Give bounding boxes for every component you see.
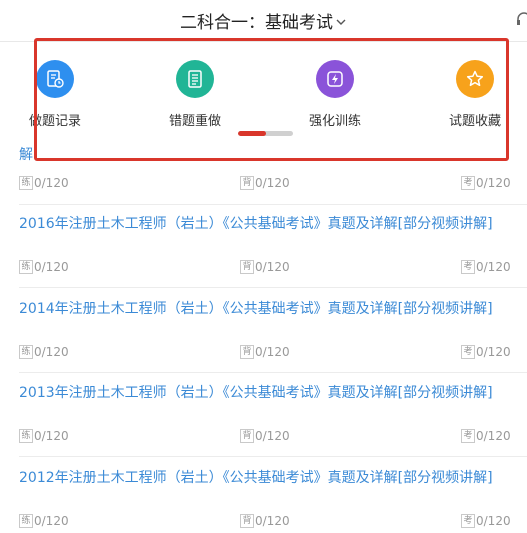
divider (19, 372, 527, 373)
divider (19, 204, 527, 205)
practice-counter[interactable]: 练 0/120 (19, 514, 69, 528)
exam-tag: 考 (461, 260, 475, 274)
subject-selector[interactable]: 二科合一：基础考试 (0, 8, 527, 33)
practice-counter[interactable]: 练 0/120 (19, 176, 69, 190)
memorize-counter[interactable]: 背 0/120 (240, 176, 290, 190)
subject-title: 二科合一：基础考试 (180, 13, 333, 33)
memorize-tag: 背 (240, 176, 254, 190)
list-item[interactable]: 2012年注册土木工程师（岩土）《公共基础考试》真题及详解[部分视频讲解] 练0… (0, 469, 527, 533)
item-title: 2016年注册土木工程师（岩土）《公共基础考试》真题及详解[部分视频讲解] (19, 216, 493, 232)
practice-tag: 练 (19, 429, 33, 443)
divider (19, 287, 527, 288)
item-title: 2014年注册土木工程师（岩土）《公共基础考试》真题及详解[部分视频讲解] (19, 301, 493, 317)
memorize-tag: 背 (240, 260, 254, 274)
exam-tag: 考 (461, 176, 475, 190)
memorize-counter[interactable]: 背 0/120 (240, 429, 290, 443)
list-item[interactable]: 解 练 0/120 背 0/120 考 0/120 (0, 146, 527, 206)
exam-tag: 考 (461, 345, 475, 359)
exam-counter[interactable]: 考 0/120 (461, 514, 511, 528)
memorize-tag: 背 (240, 345, 254, 359)
exam-counter[interactable]: 考 0/120 (461, 429, 511, 443)
practice-counter[interactable]: 练 0/120 (19, 429, 69, 443)
practice-tag: 练 (19, 514, 33, 528)
practice-counter[interactable]: 练 0/120 (19, 345, 69, 359)
top-bar: 二科合一：基础考试 (0, 0, 527, 42)
headset-icon[interactable] (515, 10, 527, 28)
exam-counter[interactable]: 考 0/120 (461, 345, 511, 359)
practice-tag: 练 (19, 345, 33, 359)
chevron-down-icon (335, 13, 347, 33)
item-title: 2012年注册土木工程师（岩土）《公共基础考试》真题及详解[部分视频讲解] (19, 470, 493, 486)
highlight-box (34, 38, 509, 161)
exam-tag: 考 (461, 429, 475, 443)
exam-tag: 考 (461, 514, 475, 528)
list-item[interactable]: 2013年注册土木工程师（岩土）《公共基础考试》真题及详解[部分视频讲解] 练0… (0, 384, 527, 464)
divider (19, 456, 527, 457)
memorize-counter[interactable]: 背 0/120 (240, 514, 290, 528)
practice-tag: 练 (19, 260, 33, 274)
memorize-tag: 背 (240, 429, 254, 443)
practice-tag: 练 (19, 176, 33, 190)
exam-counter[interactable]: 考 0/120 (461, 176, 511, 190)
item-title: 解 (19, 147, 33, 163)
exam-counter[interactable]: 考 0/120 (461, 260, 511, 274)
list-item[interactable]: 2016年注册土木工程师（岩土）《公共基础考试》真题及详解[部分视频讲解] 练0… (0, 215, 527, 295)
list-item[interactable]: 2014年注册土木工程师（岩土）《公共基础考试》真题及详解[部分视频讲解] 练0… (0, 300, 527, 380)
practice-counter[interactable]: 练 0/120 (19, 260, 69, 274)
item-title: 2013年注册土木工程师（岩土）《公共基础考试》真题及详解[部分视频讲解] (19, 385, 493, 401)
memorize-counter[interactable]: 背 0/120 (240, 345, 290, 359)
memorize-tag: 背 (240, 514, 254, 528)
memorize-counter[interactable]: 背 0/120 (240, 260, 290, 274)
